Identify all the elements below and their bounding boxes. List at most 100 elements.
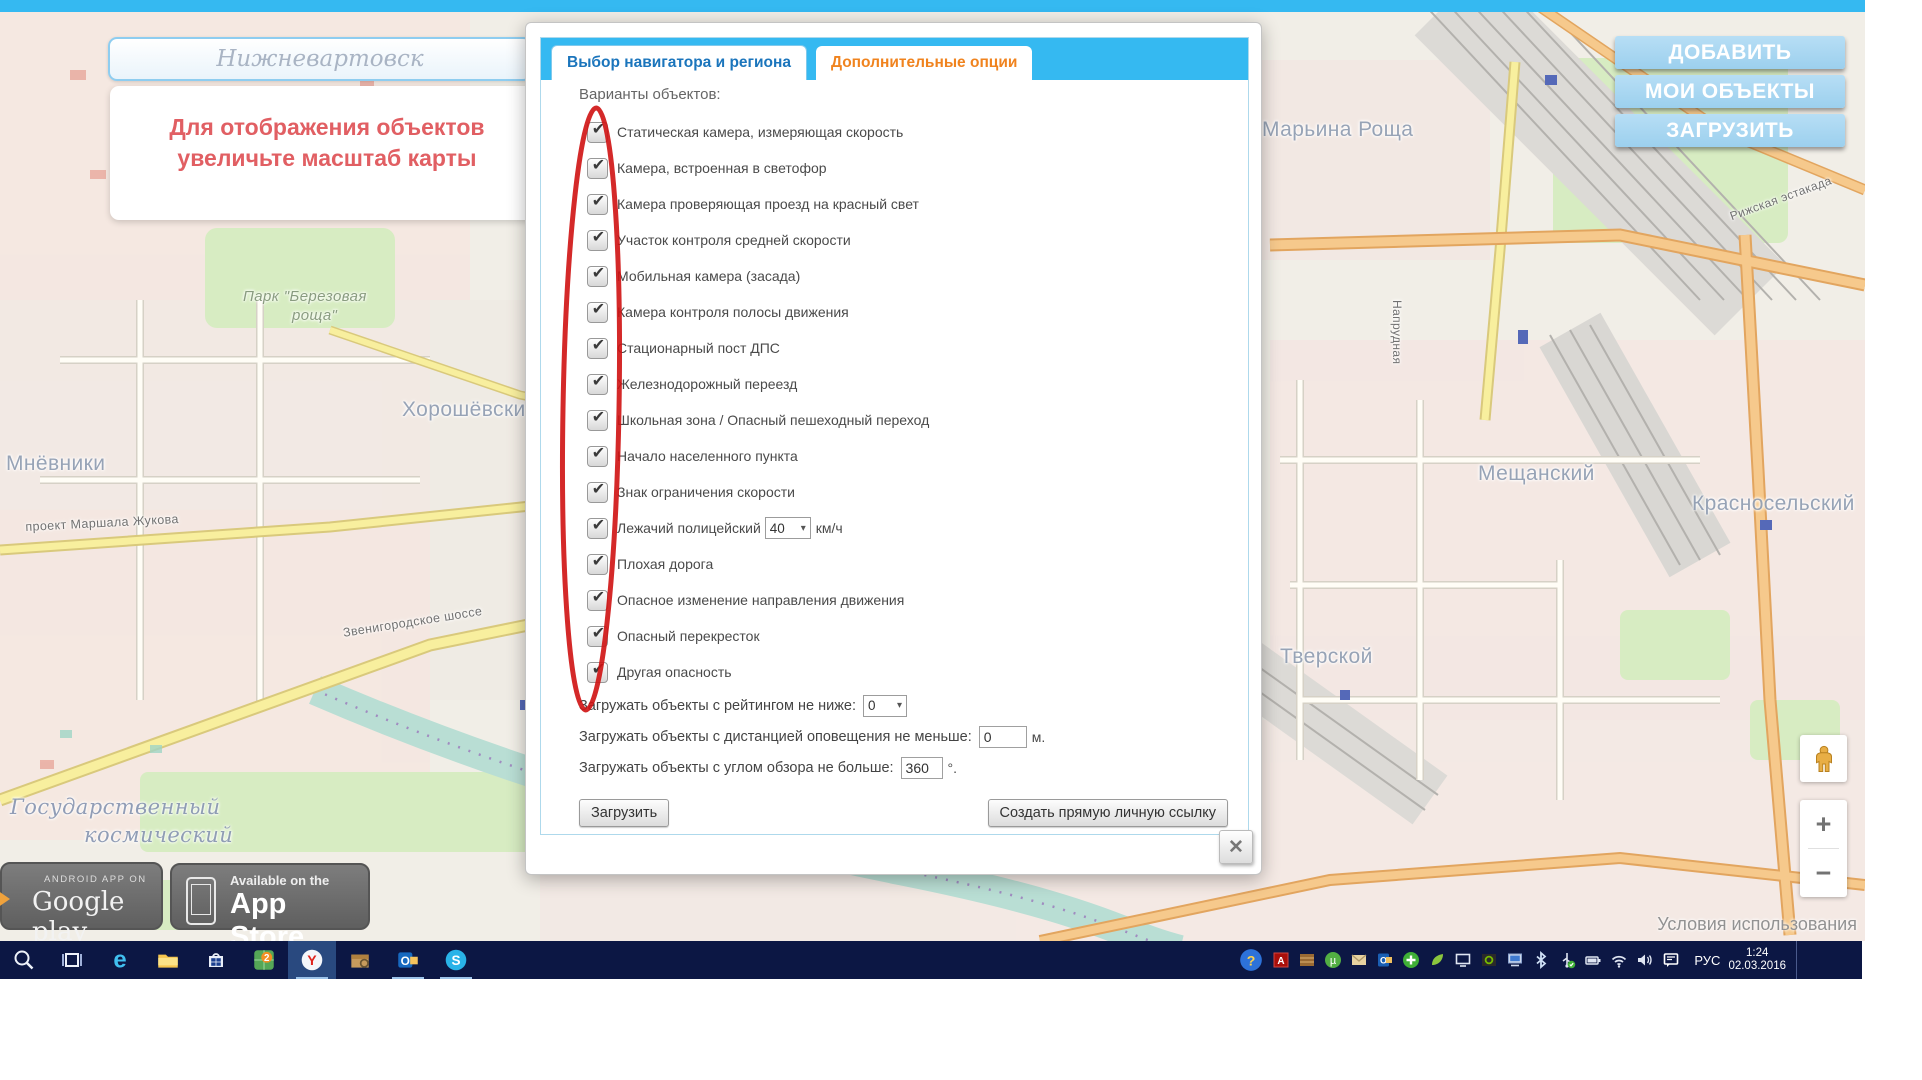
- taskbar-skype-icon[interactable]: S: [432, 941, 480, 979]
- svg-text:µ: µ: [1330, 955, 1337, 967]
- object-options-list: ✔Статическая камера, измеряющая скорость…: [579, 114, 1228, 690]
- object-option-row: ✔ Камера контроля полосы движения: [579, 294, 1228, 330]
- tray-wifi-icon[interactable]: [1610, 951, 1628, 969]
- tray-utorrent-icon[interactable]: µ: [1324, 951, 1342, 969]
- check-icon: ✔: [592, 553, 605, 571]
- pegman-icon: [1809, 744, 1839, 774]
- object-option-label: Участок контроля средней скорости: [617, 232, 851, 248]
- svg-text:2: 2: [264, 953, 270, 964]
- screen: Парк "Березоваяроща"ХорошёвскийМнёвникип…: [0, 0, 1922, 1080]
- object-option-label: Камера проверяющая проезд на красный све…: [617, 196, 919, 212]
- object-option-label: Плохая дорога: [617, 556, 713, 572]
- object-option-label: Камера контроля полосы движения: [617, 304, 849, 320]
- map-label: космический: [84, 823, 233, 847]
- taskbar-clock[interactable]: 1:24 02.03.2016: [1728, 947, 1786, 973]
- object-checkbox-5[interactable]: ✔: [587, 302, 608, 323]
- tray-network-icon[interactable]: [1506, 951, 1524, 969]
- filter-row-distance: Загружать объекты с дистанцией оповещени…: [579, 721, 1228, 752]
- object-checkbox-6[interactable]: ✔: [587, 338, 608, 359]
- dialog-tabs: Выбор навигатора и региона Дополнительны…: [541, 38, 1248, 80]
- object-checkbox-3[interactable]: ✔: [587, 230, 608, 251]
- object-option-row: ✔Камера, встроенная в светофор: [579, 150, 1228, 186]
- object-checkbox-8[interactable]: ✔: [587, 410, 608, 431]
- taskbar-outlook-icon[interactable]: O: [384, 941, 432, 979]
- rating-select[interactable]: 0▾: [863, 695, 907, 717]
- dialog-inner-panel: Выбор навигатора и региона Дополнительны…: [540, 37, 1249, 835]
- taskbar-2gis-icon[interactable]: 2: [240, 941, 288, 979]
- tray-antivirus-icon[interactable]: [1402, 951, 1420, 969]
- create-link-button[interactable]: Создать прямую личную ссылку: [988, 799, 1228, 827]
- taskbar-task-view-icon[interactable]: [48, 941, 96, 979]
- filter-row-angle: Загружать объекты с углом обзора не боль…: [579, 752, 1228, 783]
- search-input[interactable]: Нижневартовск: [108, 37, 532, 81]
- button-my-objects[interactable]: МОИ ОБЪЕКТЫ: [1615, 75, 1845, 108]
- taskbar-explorer-icon[interactable]: [144, 941, 192, 979]
- top-accent-bar: [0, 0, 1865, 12]
- check-icon: ✔: [592, 265, 605, 283]
- object-checkbox-10[interactable]: ✔: [587, 482, 608, 503]
- tray-mail-icon[interactable]: [1350, 951, 1368, 969]
- google-play-bottom-text: Google play: [32, 887, 155, 947]
- action-buttons: ДОБАВИТЬ МОИ ОБЪЕКТЫ ЗАГРУЗИТЬ: [1615, 36, 1845, 153]
- pegman-button[interactable]: [1800, 735, 1847, 782]
- object-checkbox-15[interactable]: ✔: [587, 662, 608, 683]
- taskbar-yandex-browser-icon[interactable]: Y: [288, 941, 336, 979]
- load-button[interactable]: Загрузить: [579, 799, 669, 827]
- tray-usb-icon[interactable]: [1558, 951, 1576, 969]
- filters: Загружать объекты с рейтингом не ниже: 0▾…: [579, 690, 1228, 783]
- button-download[interactable]: ЗАГРУЗИТЬ: [1615, 114, 1845, 147]
- terms-of-use-link[interactable]: Условия использования: [1657, 914, 1857, 935]
- object-checkbox-2[interactable]: ✔: [587, 194, 608, 215]
- taskbar-edge-icon[interactable]: e: [96, 941, 144, 979]
- taskbar-tray: ? Aµ O РУС 1:24 02.03.2016: [1234, 941, 1802, 979]
- button-add[interactable]: ДОБАВИТЬ: [1615, 36, 1845, 69]
- tray-outlook-tray-icon[interactable]: O: [1376, 951, 1394, 969]
- distance-input[interactable]: [979, 726, 1027, 748]
- object-option-row: ✔Знак ограничения скорости: [579, 474, 1228, 510]
- map-label: Хорошёвский: [402, 398, 538, 422]
- angle-input[interactable]: [901, 757, 943, 779]
- tray-action-center-icon[interactable]: [1662, 951, 1680, 969]
- taskbar-store-icon[interactable]: [192, 941, 240, 979]
- show-desktop-button[interactable]: [1796, 941, 1802, 979]
- tray-bluetooth-icon[interactable]: [1532, 951, 1550, 969]
- taskbar-search-icon[interactable]: [0, 941, 48, 979]
- object-option-label: Школьная зона / Опасный пешеходный перех…: [617, 412, 929, 428]
- close-icon[interactable]: ✕: [1219, 830, 1253, 864]
- zoom-out-button[interactable]: −: [1800, 849, 1847, 897]
- object-checkbox-1[interactable]: ✔: [587, 158, 608, 179]
- map-label: Мещанский: [1478, 462, 1595, 486]
- tab-extra-options[interactable]: Дополнительные опции: [816, 46, 1032, 80]
- language-indicator[interactable]: РУС: [1694, 953, 1720, 968]
- check-icon: ✔: [592, 661, 605, 679]
- object-checkbox-4[interactable]: ✔: [587, 266, 608, 287]
- rating-label: Загружать объекты с рейтингом не ниже:: [579, 698, 856, 714]
- object-checkbox-9[interactable]: ✔: [587, 446, 608, 467]
- speed-bump-select[interactable]: 40▾: [765, 517, 811, 539]
- object-option-row: ✔Мобильная камера (засада): [579, 258, 1228, 294]
- object-option-label: Опасное изменение направления движения: [617, 592, 904, 608]
- object-checkbox-14[interactable]: ✔: [587, 626, 608, 647]
- tray-acrobat-icon[interactable]: A: [1272, 951, 1290, 969]
- object-option-row: ✔Железнодорожный переезд: [579, 366, 1228, 402]
- object-checkbox-7[interactable]: ✔: [587, 374, 608, 395]
- object-option-row: ✔Опасный перекресток: [579, 618, 1228, 654]
- tray-battery-icon[interactable]: [1584, 951, 1602, 969]
- google-play-badge[interactable]: ANDROID APP ON Google play: [0, 862, 163, 930]
- tab-navigator-region[interactable]: Выбор навигатора и региона: [551, 45, 807, 80]
- tray-crate-icon[interactable]: [1298, 951, 1316, 969]
- app-store-badge[interactable]: Available on the App Store: [170, 863, 370, 930]
- tray-leaf-icon[interactable]: [1428, 951, 1446, 969]
- zoom-in-button[interactable]: +: [1800, 800, 1847, 848]
- check-icon: ✔: [592, 337, 605, 355]
- tray-help-icon[interactable]: ?: [1238, 947, 1264, 973]
- object-checkbox-11[interactable]: ✔: [587, 518, 608, 539]
- object-checkbox-0[interactable]: ✔: [587, 122, 608, 143]
- warning-line-1: Для отображения объектов: [169, 112, 484, 143]
- tray-volume-icon[interactable]: [1636, 951, 1654, 969]
- object-checkbox-12[interactable]: ✔: [587, 554, 608, 575]
- tray-display-icon[interactable]: [1454, 951, 1472, 969]
- object-checkbox-13[interactable]: ✔: [587, 590, 608, 611]
- taskbar-archive-icon[interactable]: [336, 941, 384, 979]
- tray-nvidia-icon[interactable]: [1480, 951, 1498, 969]
